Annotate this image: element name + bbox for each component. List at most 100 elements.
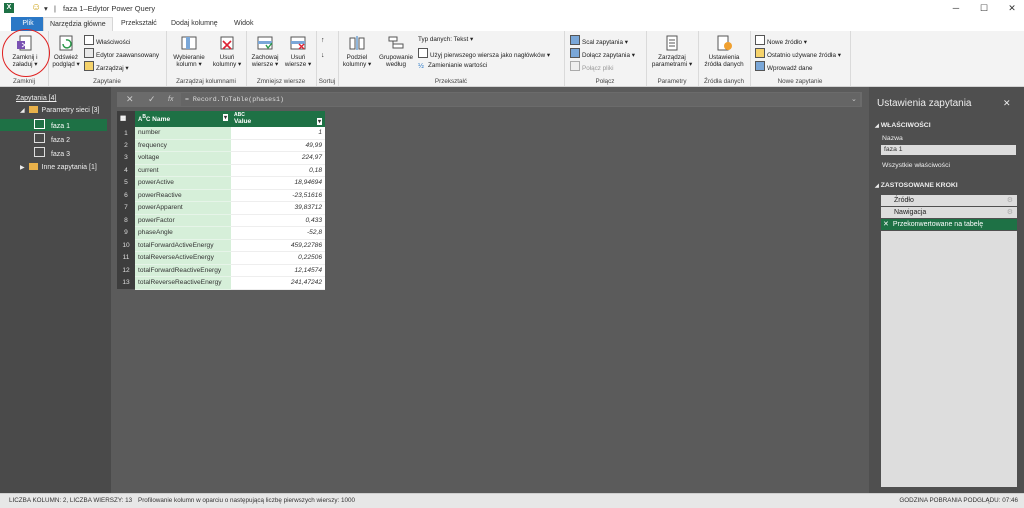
- recent-sources-icon: [755, 48, 765, 58]
- combine-files-button[interactable]: Połącz pliki: [570, 61, 614, 72]
- cell-name[interactable]: frequency: [135, 139, 231, 152]
- applied-step-zrodlo[interactable]: Źródło ⚙: [881, 195, 1017, 206]
- cancel-formula-icon[interactable]: ✕: [126, 92, 134, 107]
- step-gear-icon[interactable]: ⚙: [1007, 207, 1013, 218]
- cell-value[interactable]: 0,433: [231, 214, 325, 227]
- cell-name[interactable]: phaseAngle: [135, 226, 231, 240]
- applied-step-nawigacja[interactable]: Nawigacja ⚙: [881, 207, 1017, 218]
- choose-columns-button[interactable]: Wybieranie kolumn ▾: [169, 34, 209, 68]
- properties-header[interactable]: ◢ WŁAŚCIWOŚCI: [875, 122, 931, 129]
- table-row[interactable]: 2 frequency 49,99: [117, 139, 325, 152]
- delete-step-icon[interactable]: ✕: [881, 221, 889, 228]
- cell-value[interactable]: -23,51616: [231, 189, 325, 202]
- formula-input[interactable]: = Record.ToTable(phases1): [181, 93, 860, 106]
- applied-step-przekonwertowane[interactable]: ✕ Przekonwertowane na tabelę: [881, 219, 1017, 230]
- close-window-button[interactable]: ✕: [1002, 2, 1022, 15]
- tab-przeksztalc[interactable]: Przekształć: [115, 17, 163, 31]
- cell-value[interactable]: 459,22786: [231, 239, 325, 252]
- table-row[interactable]: 3 voltage 224,97: [117, 151, 325, 165]
- tab-widok[interactable]: Widok: [228, 17, 259, 31]
- cell-name[interactable]: current: [135, 164, 231, 177]
- cell-name[interactable]: totalReverseActiveEnergy: [135, 251, 231, 265]
- replace-values-button[interactable]: ½ Zamienianie wartości: [418, 61, 487, 70]
- properties-button[interactable]: Właściwości: [84, 35, 130, 46]
- column-header-name[interactable]: ABC Name ▾: [135, 111, 231, 125]
- applied-steps-header[interactable]: ◢ ZASTOSOWANE KROKI: [875, 182, 958, 189]
- cell-name[interactable]: number: [135, 127, 231, 140]
- new-source-button[interactable]: Nowe źródło ▾: [755, 35, 807, 46]
- tab-dodaj-kolumne[interactable]: Dodaj kolumnę: [165, 17, 224, 31]
- split-column-button[interactable]: Podziel kolumny ▾: [340, 34, 374, 68]
- table-row[interactable]: 13 totalReverseReactiveEnergy 241,47242: [117, 276, 325, 290]
- step-gear-icon[interactable]: ⚙: [1007, 195, 1013, 206]
- table-row[interactable]: 5 powerActive 18,94694: [117, 176, 325, 190]
- cell-name[interactable]: totalForwardActiveEnergy: [135, 239, 231, 252]
- expand-formula-chevron-icon[interactable]: ⌄: [851, 92, 857, 107]
- all-properties-link[interactable]: Wszystkie właściwości: [882, 162, 950, 169]
- cell-value[interactable]: 224,97: [231, 151, 325, 165]
- data-source-settings-button[interactable]: Ustawienia źródła danych: [700, 34, 748, 68]
- data-type-dropdown[interactable]: Typ danych: Tekst ▾: [418, 35, 473, 44]
- cell-value[interactable]: 241,47242: [231, 276, 325, 290]
- refresh-preview-button[interactable]: Odśwież podgląd ▾: [50, 34, 82, 68]
- tab-narzedzia-glowne[interactable]: Narzędzia główne: [43, 17, 113, 32]
- table-row[interactable]: 10 totalForwardActiveEnergy 459,22786: [117, 239, 325, 252]
- recent-sources-button[interactable]: Ostatnio używane źródła ▾: [755, 48, 841, 59]
- column-header-value[interactable]: ABC Value ▾: [231, 111, 325, 125]
- emoji-icon[interactable]: ☺: [31, 2, 41, 13]
- minimize-button[interactable]: ─: [946, 2, 966, 15]
- table-row[interactable]: 9 phaseAngle -52,8: [117, 226, 325, 240]
- advanced-editor-button[interactable]: Edytor zaawansowany: [84, 48, 159, 59]
- sort-descending-button[interactable]: ↓: [321, 50, 331, 59]
- group-by-button[interactable]: Grupowanie według: [376, 34, 416, 68]
- cell-value[interactable]: 0,22506: [231, 251, 325, 265]
- cell-value[interactable]: -52,8: [231, 226, 325, 240]
- maximize-button[interactable]: ☐: [974, 2, 994, 15]
- keep-rows-button[interactable]: Zachowaj wiersze ▾: [248, 34, 282, 68]
- manage-parameters-button[interactable]: Zarządzaj parametrami ▾: [648, 34, 696, 68]
- table-row[interactable]: 6 powerReactive -23,51616: [117, 189, 325, 202]
- cell-name[interactable]: powerReactive: [135, 189, 231, 202]
- cell-value[interactable]: 49,99: [231, 139, 325, 152]
- query-item-faza-1[interactable]: faza 1: [0, 119, 107, 131]
- table-row[interactable]: 1 number 1: [117, 127, 325, 140]
- enter-data-button[interactable]: Wprowadź dane: [755, 61, 813, 72]
- fx-icon[interactable]: fx: [168, 92, 173, 107]
- table-row[interactable]: 7 powerApparent 39,83712: [117, 201, 325, 215]
- remove-columns-button[interactable]: Usuń kolumny ▾: [210, 34, 244, 68]
- cell-value[interactable]: 12,14574: [231, 264, 325, 277]
- row-number: 7: [117, 201, 135, 214]
- merge-queries-button[interactable]: Scal zapytania ▾: [570, 35, 628, 46]
- use-first-row-headers-button[interactable]: Użyj pierwszego wiersza jako nagłówków ▾: [418, 48, 550, 59]
- cell-value[interactable]: 0,18: [231, 164, 325, 177]
- cell-name[interactable]: voltage: [135, 151, 231, 165]
- sort-ascending-button[interactable]: ↑: [321, 35, 331, 44]
- cell-name[interactable]: powerFactor: [135, 214, 231, 227]
- settings-close-icon[interactable]: ✕: [1003, 98, 1011, 109]
- table-corner-menu-icon[interactable]: ▦: [117, 111, 135, 125]
- cell-name[interactable]: powerApparent: [135, 201, 231, 215]
- cell-name[interactable]: powerActive: [135, 176, 231, 190]
- remove-rows-button[interactable]: Usuń wiersze ▾: [282, 34, 314, 68]
- cell-name[interactable]: totalForwardReactiveEnergy: [135, 264, 231, 277]
- table-row[interactable]: 12 totalForwardReactiveEnergy 12,14574: [117, 264, 325, 277]
- column-filter-icon[interactable]: ▾: [222, 113, 228, 121]
- cell-name[interactable]: totalReverseReactiveEnergy: [135, 276, 231, 290]
- status-profiling[interactable]: Profilowanie kolumn w oparciu o następuj…: [138, 497, 355, 504]
- confirm-formula-icon[interactable]: ✓: [148, 92, 156, 107]
- group-zamknij: Zamknij i załaduj ▾ Zamknij: [0, 29, 50, 86]
- table-row[interactable]: 8 powerFactor 0,433: [117, 214, 325, 227]
- cell-value[interactable]: 39,83712: [231, 201, 325, 215]
- column-filter-icon[interactable]: ▾: [316, 118, 322, 125]
- group-label-zamknij: Zamknij: [12, 78, 36, 85]
- manage-button[interactable]: Zarządzaj ▾: [84, 61, 129, 72]
- query-name-input[interactable]: faza 1: [881, 145, 1016, 155]
- quick-access-dropdown-icon[interactable]: ▾: [44, 4, 48, 13]
- append-queries-button[interactable]: Dołącz zapytania ▾: [570, 48, 635, 59]
- table-row[interactable]: 4 current 0,18: [117, 164, 325, 177]
- cell-value[interactable]: 1: [231, 127, 325, 140]
- manage-icon: [84, 61, 94, 71]
- cell-value[interactable]: 18,94694: [231, 176, 325, 190]
- expand-triangle-icon: ▶: [20, 165, 25, 171]
- table-row[interactable]: 11 totalReverseActiveEnergy 0,22506: [117, 251, 325, 265]
